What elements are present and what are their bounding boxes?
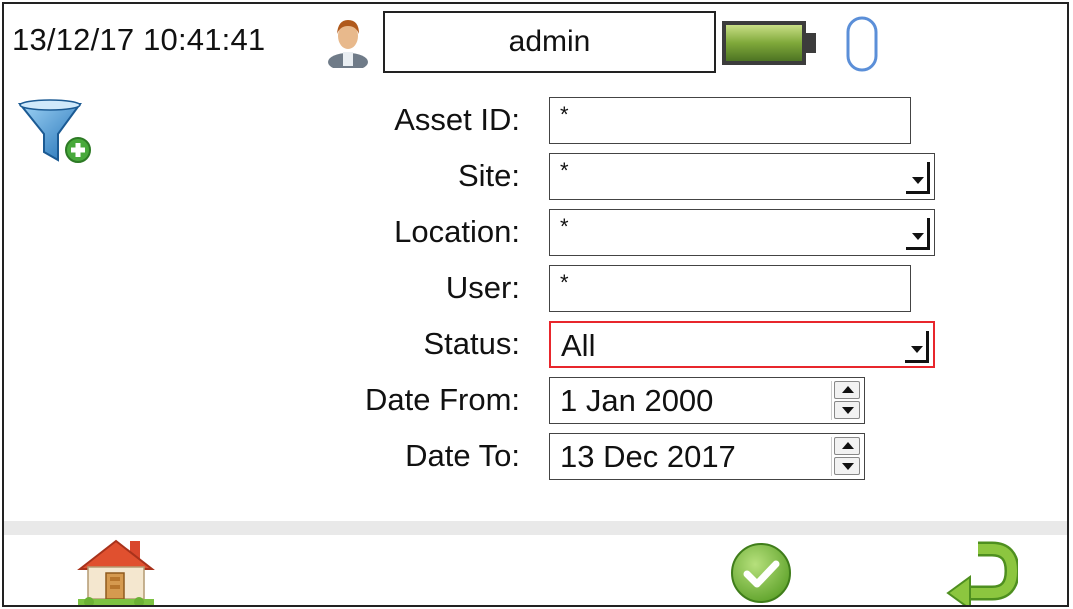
site-select[interactable]: * xyxy=(549,153,935,200)
asset-id-value: * xyxy=(560,102,569,127)
asset-id-label: Asset ID: xyxy=(394,102,520,137)
status-label: Status: xyxy=(423,326,521,361)
filter-add-icon[interactable] xyxy=(18,98,94,170)
status-dropdown-arrow-icon[interactable] xyxy=(905,331,929,363)
battery-icon xyxy=(722,21,816,65)
asset-id-input[interactable]: * xyxy=(549,97,911,144)
status-value: All xyxy=(561,328,596,363)
confirm-icon[interactable] xyxy=(726,542,796,604)
date-to-label: Date To: xyxy=(405,438,520,473)
location-select[interactable]: * xyxy=(549,209,935,256)
usb-icon xyxy=(846,16,878,72)
date-from-label: Date From: xyxy=(364,382,520,417)
location-value: * xyxy=(560,214,569,239)
location-dropdown-arrow-icon[interactable] xyxy=(906,218,930,250)
app-window: 13/12/17 10:41:41 admin Asset ID: * Site… xyxy=(2,2,1069,607)
date-to-decrement-button[interactable] xyxy=(834,457,860,475)
footer-divider xyxy=(4,521,1067,535)
user-input[interactable]: * xyxy=(549,265,911,312)
user-label: User: xyxy=(445,270,520,305)
user-icon xyxy=(328,20,368,68)
date-to-increment-button[interactable] xyxy=(834,437,860,455)
home-icon[interactable] xyxy=(76,535,156,607)
date-from-decrement-button[interactable] xyxy=(834,401,860,419)
datetime-display: 13/12/17 10:41:41 xyxy=(12,22,266,57)
site-dropdown-arrow-icon[interactable] xyxy=(906,162,930,194)
site-label: Site: xyxy=(457,158,520,193)
back-icon[interactable] xyxy=(944,541,1018,607)
location-label: Location: xyxy=(394,214,520,249)
date-from-increment-button[interactable] xyxy=(834,381,860,399)
username-field: admin xyxy=(383,11,716,73)
date-to-value: 13 Dec 2017 xyxy=(560,439,736,474)
site-value: * xyxy=(560,158,569,183)
status-select[interactable]: All xyxy=(549,321,935,368)
date-from-field[interactable]: 1 Jan 2000 xyxy=(549,377,865,424)
date-to-field[interactable]: 13 Dec 2017 xyxy=(549,433,865,480)
date-to-spinner xyxy=(831,437,862,476)
date-from-value: 1 Jan 2000 xyxy=(560,383,714,418)
date-from-spinner xyxy=(831,381,862,420)
user-value: * xyxy=(560,270,569,295)
